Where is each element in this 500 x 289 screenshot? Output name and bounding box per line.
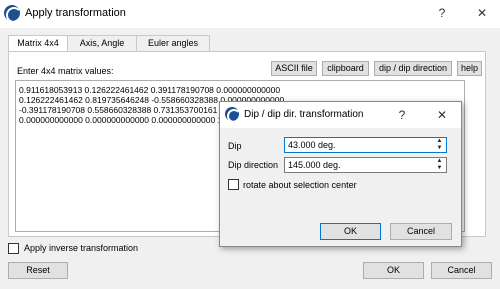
rotate-about-center-checkbox[interactable] <box>228 179 239 190</box>
dip-direction-input[interactable] <box>285 158 433 172</box>
close-icon[interactable]: ✕ <box>432 106 452 124</box>
dip-spinbox[interactable]: ▲ ▼ <box>284 137 447 153</box>
ascii-file-button[interactable]: ASCII file <box>271 61 317 76</box>
dip-direction-spinbox[interactable]: ▲ ▼ <box>284 157 447 173</box>
inverse-transformation-checkbox[interactable] <box>8 243 19 254</box>
spin-up-icon[interactable]: ▲ <box>434 158 445 164</box>
dip-dialog: Dip / dip dir. transformation ? ✕ Dip ▲ … <box>219 101 462 247</box>
dip-direction-label: Dip direction <box>228 160 279 170</box>
matrix-label: Enter 4x4 matrix values: <box>17 66 114 76</box>
cloudcompare-logo-icon <box>225 107 241 123</box>
dip-label: Dip <box>228 141 242 151</box>
clipboard-button[interactable]: clipboard <box>322 61 369 76</box>
dip-ok-button[interactable]: OK <box>320 223 381 240</box>
matrix-row: 0.911618053913 0.126222461462 0.39117819… <box>19 85 281 95</box>
cancel-button[interactable]: Cancel <box>431 262 492 279</box>
dip-dip-direction-button[interactable]: dip / dip direction <box>374 61 452 76</box>
ok-button[interactable]: OK <box>363 262 424 279</box>
cloudcompare-logo-icon <box>4 5 22 23</box>
tab-euler-angles[interactable]: Euler angles <box>136 35 210 52</box>
dip-cancel-button[interactable]: Cancel <box>390 223 452 240</box>
rotate-about-center-label[interactable]: rotate about selection center <box>243 180 357 190</box>
dip-input[interactable] <box>285 138 433 152</box>
help-icon[interactable]: ? <box>430 4 454 22</box>
dip-dialog-title-bar: Dip / dip dir. transformation ? ✕ <box>220 102 461 128</box>
inverse-transformation-label[interactable]: Apply inverse transformation <box>24 243 138 253</box>
title-bar: Apply transformation ? ✕ <box>0 0 500 28</box>
spin-up-icon[interactable]: ▲ <box>434 138 445 144</box>
spin-down-icon[interactable]: ▼ <box>434 165 445 171</box>
help-button[interactable]: help <box>457 61 482 76</box>
spin-down-icon[interactable]: ▼ <box>434 145 445 151</box>
dip-dialog-title: Dip / dip dir. transformation <box>244 109 364 120</box>
close-icon[interactable]: ✕ <box>470 4 494 22</box>
help-icon[interactable]: ? <box>392 106 412 124</box>
reset-button[interactable]: Reset <box>8 262 68 279</box>
window-title: Apply transformation <box>25 7 126 19</box>
tab-axis-angle[interactable]: Axis, Angle <box>67 35 137 52</box>
